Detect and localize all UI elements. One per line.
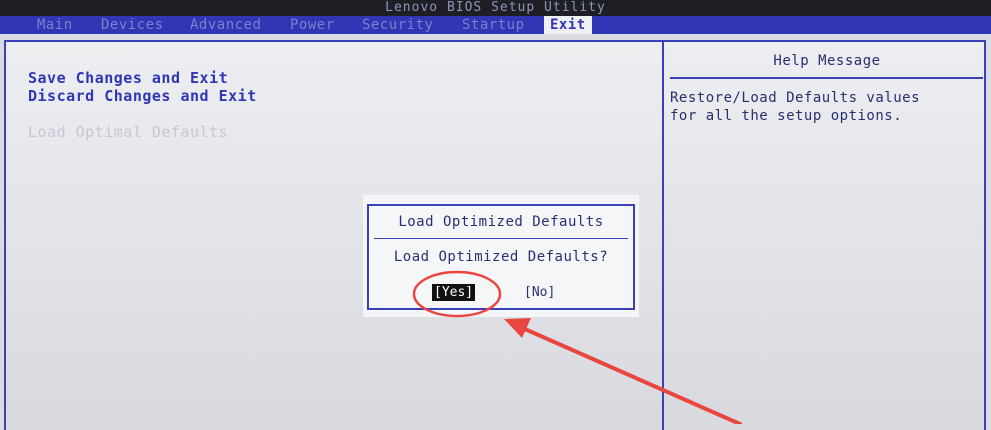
tab-main[interactable]: Main xyxy=(37,16,73,34)
tab-power[interactable]: Power xyxy=(290,16,335,34)
save-changes-and-exit-item[interactable]: Save Changes and Exit xyxy=(28,69,228,87)
tab-exit[interactable]: Exit xyxy=(544,16,592,34)
help-title: Help Message xyxy=(773,53,881,69)
bios-title: Lenovo BIOS Setup Utility xyxy=(0,0,991,16)
tab-security[interactable]: Security xyxy=(362,16,433,34)
help-divider xyxy=(670,77,983,79)
panel-divider xyxy=(662,40,664,430)
help-text: Restore/Load Defaults values for all the… xyxy=(670,90,921,124)
no-button[interactable]: [No] xyxy=(524,284,555,301)
confirm-dialog: Load Optimized Defaults Load Optimized D… xyxy=(367,204,635,310)
dialog-question: Load Optimized Defaults? xyxy=(393,249,609,265)
menu-bar: Main Devices Advanced Power Security Sta… xyxy=(0,16,991,34)
discard-changes-and-exit-item[interactable]: Discard Changes and Exit xyxy=(28,87,257,105)
tab-advanced[interactable]: Advanced xyxy=(190,16,261,34)
dialog-divider xyxy=(374,238,628,239)
load-optimal-defaults-item[interactable]: Load Optimal Defaults xyxy=(28,123,228,141)
tab-startup[interactable]: Startup xyxy=(462,16,525,34)
dialog-title: Load Optimized Defaults xyxy=(398,214,604,230)
yes-button[interactable]: [Yes] xyxy=(432,284,476,301)
tab-devices[interactable]: Devices xyxy=(101,16,164,34)
